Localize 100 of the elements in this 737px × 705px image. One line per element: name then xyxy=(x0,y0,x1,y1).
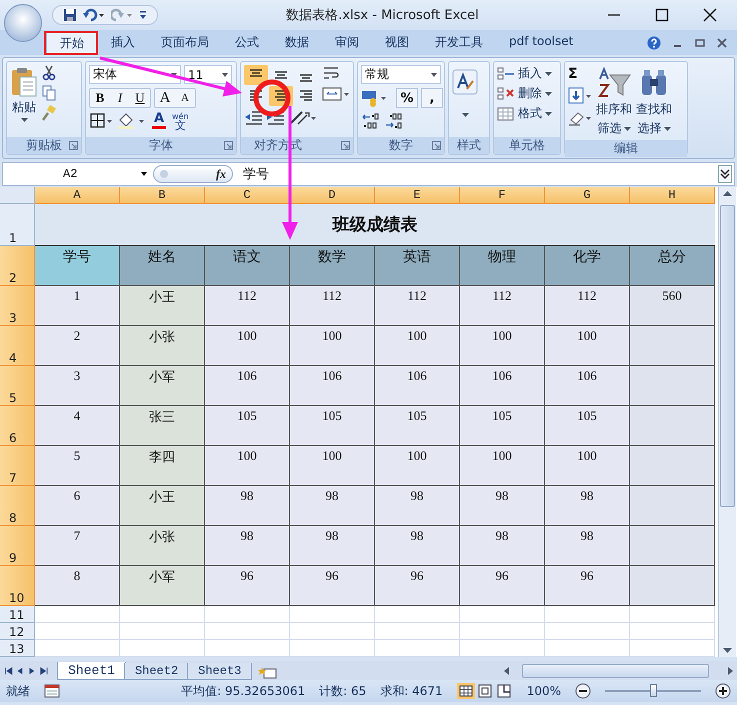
brush-icon[interactable] xyxy=(42,105,56,121)
row-header[interactable]: 5 xyxy=(0,366,35,406)
insert-rows-icon xyxy=(497,66,515,80)
ribbon-tab[interactable]: 开发工具 xyxy=(422,30,496,54)
row-header[interactable]: 4 xyxy=(0,326,35,366)
group-label: 数字 xyxy=(389,137,413,154)
font-name-dropdown[interactable]: 宋体 xyxy=(89,65,181,84)
borders-icon[interactable] xyxy=(89,112,113,130)
restore-icon[interactable] xyxy=(695,38,705,48)
font-size-dropdown[interactable]: 11 xyxy=(184,65,232,84)
group-label: 剪贴板 xyxy=(26,137,62,154)
table-cell: 105 xyxy=(375,406,460,446)
break-view-icon[interactable] xyxy=(494,683,513,699)
format-cells-button[interactable]: 格式 xyxy=(497,105,552,122)
number-format-dropdown[interactable]: 常规 xyxy=(361,65,441,84)
column-header[interactable]: G xyxy=(545,187,630,204)
number-style-button[interactable]: , xyxy=(421,88,443,108)
row-header[interactable]: 6 xyxy=(0,406,35,446)
sheet-tab[interactable]: Sheet2 xyxy=(124,663,190,680)
row-header[interactable]: 2 xyxy=(0,246,35,286)
row-header[interactable]: 9 xyxy=(0,526,35,566)
align-top-icon[interactable] xyxy=(244,65,268,85)
table-cell: 98 xyxy=(375,486,460,526)
row-header[interactable]: 8 xyxy=(0,486,35,526)
font-size-step-button[interactable]: A xyxy=(175,89,195,107)
undo-icon[interactable] xyxy=(83,8,105,22)
table-cell: 李四 xyxy=(120,446,205,486)
ribbon-tab[interactable]: 页面布局 xyxy=(148,30,222,54)
font-color-button[interactable]: A xyxy=(149,112,169,130)
vertical-scrollbar[interactable] xyxy=(718,187,736,657)
close-workbook-icon[interactable] xyxy=(717,38,727,48)
caret-icon xyxy=(20,118,28,122)
caret-icon xyxy=(545,112,552,116)
sheet-tab[interactable]: Sheet1 xyxy=(57,662,126,680)
formula-input[interactable]: 学号 xyxy=(233,165,718,183)
increase-indent-icon[interactable] xyxy=(266,109,286,127)
office-button[interactable] xyxy=(4,4,42,42)
column-header[interactable]: H xyxy=(630,187,715,204)
table-cell: 100 xyxy=(205,326,290,366)
dialog-launcher-icon[interactable] xyxy=(341,141,350,150)
ribbon-tab[interactable]: 审阅 xyxy=(322,30,372,54)
column-header[interactable]: B xyxy=(120,187,205,204)
macro-record-icon[interactable] xyxy=(44,684,60,698)
row-header[interactable]: 13 xyxy=(0,640,35,657)
find-select-button[interactable]: 查找和 选择 xyxy=(636,65,672,137)
fill-down-icon[interactable] xyxy=(568,87,592,105)
column-header[interactable]: C xyxy=(205,187,290,204)
sheet-tab[interactable]: Sheet3 xyxy=(187,663,252,680)
sort-filter-button[interactable]: 排序和 筛选 xyxy=(596,65,632,137)
zoom-out-icon[interactable] xyxy=(575,683,591,699)
group-label: 样式 xyxy=(457,137,481,154)
font-size-step-button[interactable]: A xyxy=(155,89,175,107)
phonetic-button[interactable]: wén 文 xyxy=(172,112,189,130)
fill-color-icon[interactable] xyxy=(116,112,146,130)
help-icon[interactable] xyxy=(647,36,661,50)
delete-cells-button[interactable]: 删除 xyxy=(497,85,552,102)
redo-icon[interactable] xyxy=(111,8,133,22)
ribbon-tab[interactable]: 视图 xyxy=(372,30,422,54)
close-icon[interactable] xyxy=(703,8,717,22)
column-header[interactable]: F xyxy=(460,187,545,204)
dialog-launcher-icon[interactable] xyxy=(432,141,441,150)
layout-view-icon[interactable] xyxy=(476,683,494,699)
number-style-button[interactable]: % xyxy=(396,88,418,108)
decrease-indent-icon[interactable] xyxy=(244,109,264,127)
normal-view-icon[interactable] xyxy=(456,683,475,699)
save-icon[interactable] xyxy=(63,8,77,22)
merge-cells-icon[interactable] xyxy=(322,86,350,102)
column-header[interactable]: A xyxy=(35,187,120,204)
row-header[interactable]: 3 xyxy=(0,286,35,326)
text-style-button[interactable]: U xyxy=(130,89,150,107)
zoom-level[interactable]: 100% xyxy=(526,684,561,698)
scissors-icon[interactable] xyxy=(42,65,56,81)
ribbon-tab[interactable]: pdf toolset xyxy=(496,30,586,54)
row-header[interactable]: 12 xyxy=(0,623,35,640)
column-header[interactable]: D xyxy=(290,187,375,204)
insert-cells-button[interactable]: 插入 xyxy=(497,65,552,82)
text-style-button[interactable]: B xyxy=(90,89,110,107)
table-cell: 7 xyxy=(35,526,120,566)
expand-formula-icon[interactable] xyxy=(718,165,732,183)
text-style-button[interactable]: I xyxy=(110,89,130,107)
table-cell: 100 xyxy=(375,446,460,486)
row-header[interactable]: 10 xyxy=(0,566,35,606)
dialog-launcher-icon[interactable] xyxy=(224,141,233,150)
zoom-in-icon[interactable] xyxy=(715,683,731,699)
ribbon-tab[interactable]: 数据 xyxy=(272,30,322,54)
column-header[interactable]: E xyxy=(375,187,460,204)
row-header[interactable]: 1 xyxy=(0,204,35,246)
copy-icon[interactable] xyxy=(42,85,56,101)
ribbon-tab[interactable]: 公式 xyxy=(222,30,272,54)
maximize-icon[interactable] xyxy=(655,8,669,22)
name-box[interactable]: A2 xyxy=(3,167,153,181)
customize-caret-icon[interactable] xyxy=(139,10,147,20)
ribbon-tab[interactable]: 插入 xyxy=(98,30,148,54)
row-header[interactable]: 11 xyxy=(0,606,35,623)
autosum-button[interactable]: Σ xyxy=(568,65,578,83)
zoom-slider-thumb[interactable] xyxy=(650,684,657,697)
paste-button[interactable]: 粘贴 xyxy=(10,65,38,122)
dialog-launcher-icon[interactable] xyxy=(69,141,78,150)
row-header[interactable]: 7 xyxy=(0,446,35,486)
window-title: 数据表格.xlsx - Microsoft Excel xyxy=(285,7,480,24)
